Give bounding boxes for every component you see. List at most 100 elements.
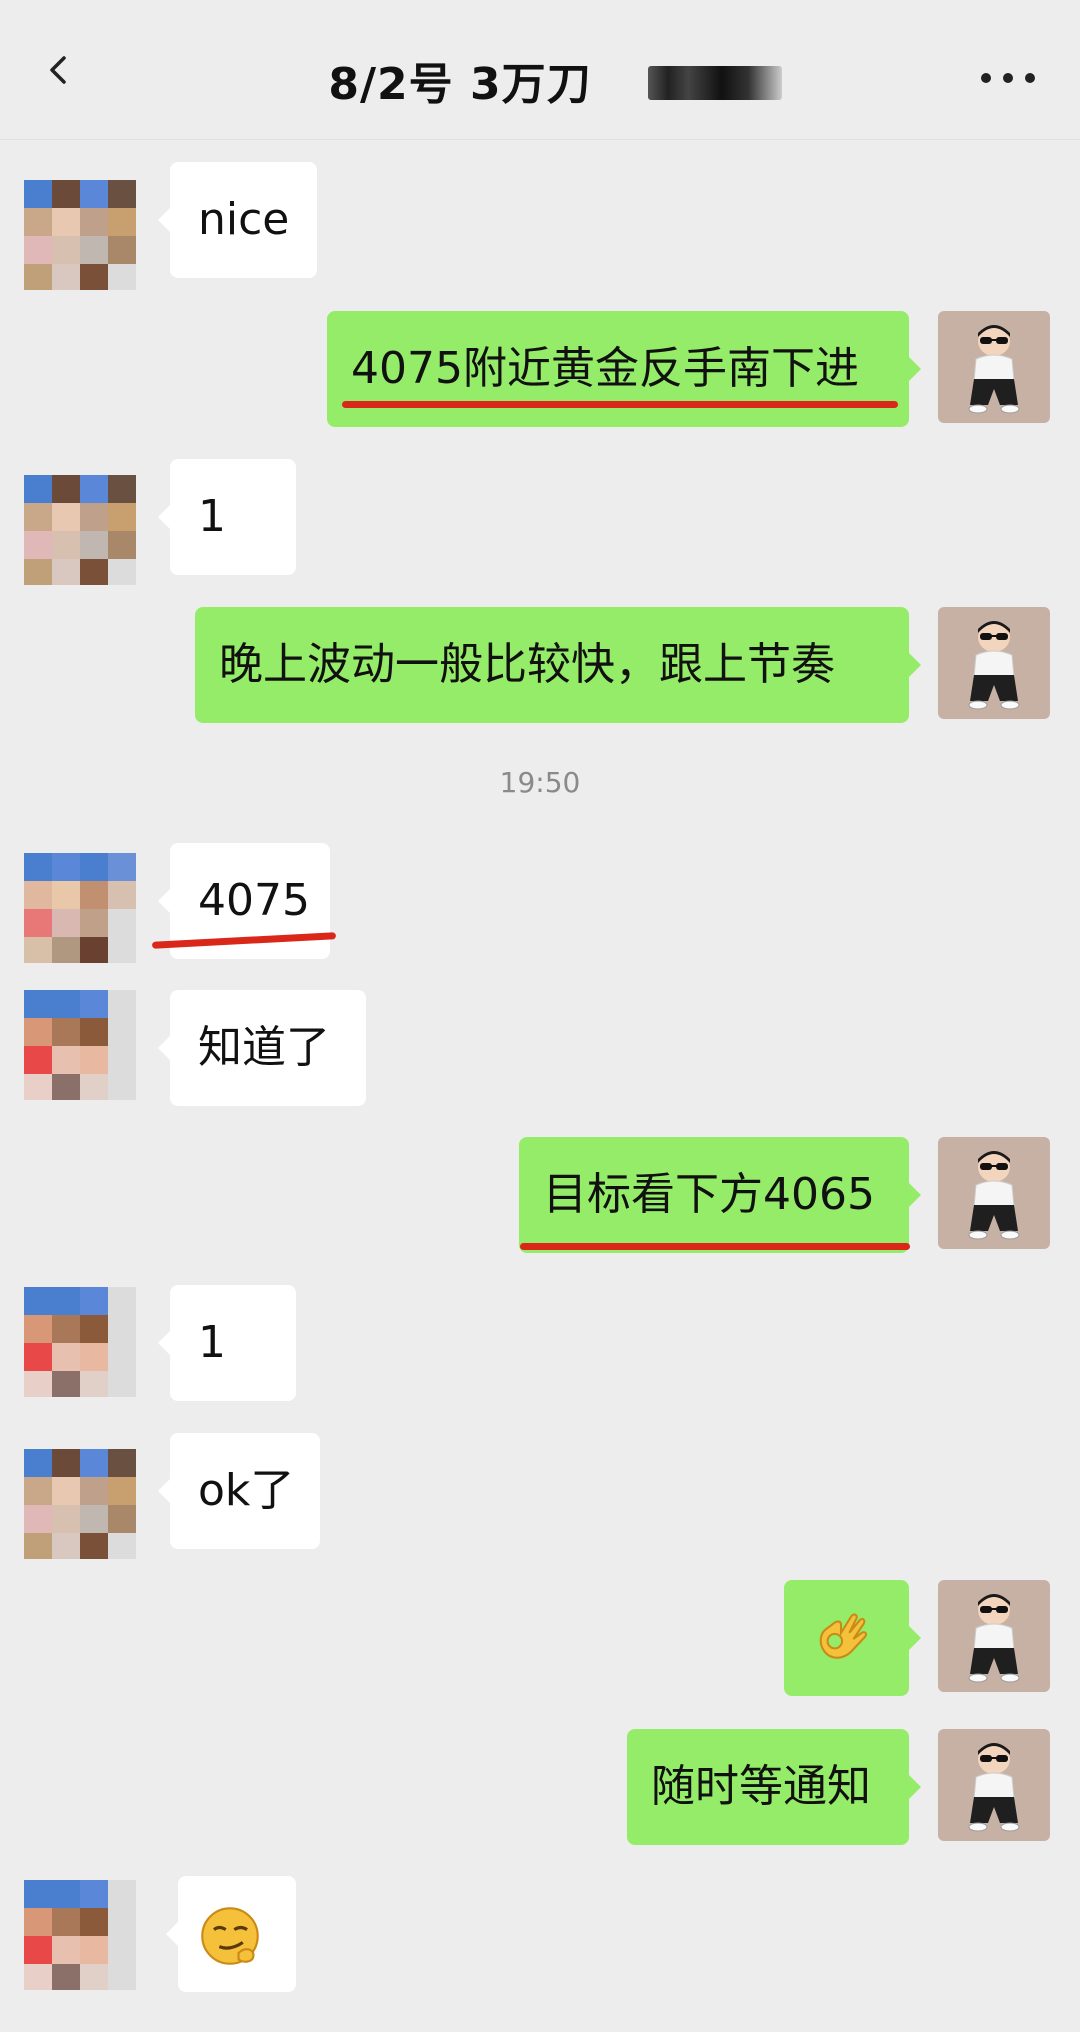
avatar-pixel	[108, 1908, 136, 1936]
avatar-pixel	[108, 909, 136, 937]
avatar-pixel	[108, 1287, 136, 1315]
message-bubble[interactable]	[784, 1580, 921, 1696]
avatar-pixel	[24, 990, 52, 1018]
avatar-pixel	[80, 1477, 108, 1505]
message-bubble[interactable]: 晚上波动一般比较快，跟上节奏	[195, 607, 921, 723]
avatar-pixel	[24, 1533, 52, 1559]
avatar-pixel	[52, 1018, 80, 1046]
avatar-pixel	[24, 1908, 52, 1936]
avatar-pixel	[108, 475, 136, 503]
avatar-pixel	[108, 531, 136, 559]
message-row: 4075	[0, 843, 1080, 963]
message-bubble[interactable]: ok了	[158, 1433, 320, 1549]
avatar-pixel	[108, 180, 136, 208]
avatar-pixel	[52, 1533, 80, 1559]
avatar-pixel	[52, 1449, 80, 1477]
avatar[interactable]	[24, 180, 138, 290]
avatar-pixel	[52, 264, 80, 290]
avatar[interactable]	[24, 475, 138, 585]
avatar-pixel	[108, 1505, 136, 1533]
avatar-pixel	[52, 853, 80, 881]
avatar-pixel	[52, 990, 80, 1018]
cartoon-character-icon	[968, 1743, 1020, 1832]
avatar-pixel	[24, 208, 52, 236]
avatar-pixel	[108, 1315, 136, 1343]
avatar-pixel	[24, 503, 52, 531]
avatar[interactable]	[938, 1729, 1050, 1841]
avatar[interactable]	[24, 1880, 138, 1990]
avatar[interactable]	[938, 1137, 1050, 1249]
avatar-pixel	[108, 1880, 136, 1908]
message-bubble[interactable]: 随时等通知	[627, 1729, 921, 1845]
avatar-pixel	[52, 1936, 80, 1964]
message-row: nice	[0, 162, 1080, 290]
avatar-pixel	[108, 937, 136, 963]
cartoon-character-icon	[968, 325, 1020, 414]
avatar-pixel	[52, 1315, 80, 1343]
avatar-pixel	[108, 1343, 136, 1371]
avatar-pixel	[108, 236, 136, 264]
avatar-pixel	[24, 1936, 52, 1964]
avatar[interactable]	[24, 990, 138, 1100]
avatar-pixel	[108, 881, 136, 909]
avatar-pixel	[52, 1908, 80, 1936]
avatar-pixel	[24, 1371, 52, 1397]
smirk-face-icon	[201, 1907, 259, 1965]
avatar-pixel	[80, 559, 108, 585]
avatar-pixel	[108, 1371, 136, 1397]
message-row	[0, 1580, 1080, 1700]
avatar-pixel	[80, 1343, 108, 1371]
ok-hand-icon	[819, 1613, 868, 1659]
avatar-pixel	[52, 1046, 80, 1074]
avatar-pixel	[80, 1018, 108, 1046]
message-row: 1	[0, 1285, 1080, 1405]
avatar-pixel	[80, 990, 108, 1018]
avatar-pixel	[52, 1477, 80, 1505]
message-bubble[interactable]: 1	[158, 1285, 296, 1401]
chat-title: 8/2号 3万刀	[328, 59, 592, 110]
avatar-pixel	[24, 1477, 52, 1505]
avatar-pixel	[24, 1880, 52, 1908]
message-row: 1	[0, 459, 1080, 585]
message-bubble[interactable]: 4075附近黄金反手南下进	[327, 311, 921, 427]
avatar-pixel	[24, 1343, 52, 1371]
avatar-pixel	[24, 264, 52, 290]
avatar[interactable]	[938, 607, 1050, 719]
avatar-pixel	[52, 881, 80, 909]
message-bubble[interactable]: nice	[157, 162, 318, 278]
message-row: 随时等通知	[0, 1729, 1080, 1849]
timestamp: 19:50	[499, 766, 581, 799]
underline-annotation	[342, 401, 898, 408]
message-bubble[interactable]: 1	[158, 459, 296, 575]
message-row: 目标看下方4065	[0, 1137, 1080, 1257]
cartoon-character-icon	[968, 1151, 1020, 1240]
avatar-pixel	[108, 1477, 136, 1505]
message-row: ok了	[0, 1433, 1080, 1559]
message-bubble[interactable]	[166, 1876, 296, 1992]
avatar-pixel	[108, 1449, 136, 1477]
more-dots-icon[interactable]	[978, 66, 1038, 90]
avatar[interactable]	[938, 311, 1050, 423]
avatar-pixel	[24, 1964, 52, 1990]
avatar-pixel	[52, 909, 80, 937]
cartoon-character-icon	[968, 1594, 1020, 1683]
avatar[interactable]	[938, 1580, 1050, 1692]
avatar[interactable]	[24, 1287, 138, 1397]
avatar-pixel	[108, 1018, 136, 1046]
redacted-title-block	[648, 66, 782, 100]
avatar-pixel	[24, 1287, 52, 1315]
avatar[interactable]	[24, 853, 138, 963]
avatar-pixel	[24, 180, 52, 208]
avatar-pixel	[24, 531, 52, 559]
message-row	[0, 1876, 1080, 1996]
avatar-pixel	[80, 264, 108, 290]
avatar-pixel	[108, 208, 136, 236]
avatar-pixel	[24, 1505, 52, 1533]
avatar[interactable]	[24, 1449, 138, 1559]
message-bubble[interactable]: 目标看下方4065	[519, 1137, 921, 1253]
message-row: 晚上波动一般比较快，跟上节奏	[0, 607, 1080, 727]
avatar-pixel	[80, 531, 108, 559]
avatar-pixel	[52, 1287, 80, 1315]
avatar-pixel	[24, 937, 52, 963]
message-bubble[interactable]: 知道了	[158, 990, 366, 1106]
